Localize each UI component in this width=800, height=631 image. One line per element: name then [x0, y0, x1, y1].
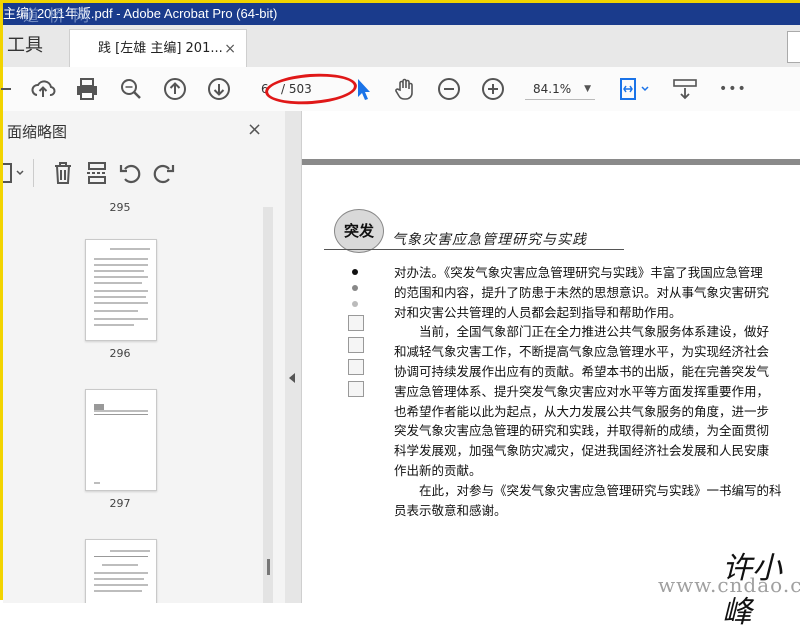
text-line: 科学发展观，加强气象防灾减灾，促进我国经济社会发展和人民安康 [394, 443, 770, 459]
upload-icon[interactable] [29, 75, 57, 103]
divider [33, 159, 34, 187]
text-line: 也希望作者能以此为起点，从大力发展公共气象服务的角度，进一步 [394, 403, 770, 419]
window-titlebar: 主编) 2011年版.pdf - Adobe Acrobat Pro (64-b… [3, 3, 800, 25]
toolbar: 6 / 503 84.1% ▼ ••• [0, 67, 800, 112]
text-line: 的范围和内容，提升了防患于未然的思想意识。对从事气象灾害研究 [394, 284, 770, 300]
page-thumbnail[interactable] [85, 539, 157, 603]
print-icon[interactable] [73, 75, 101, 103]
thumb-line [94, 482, 100, 484]
fit-page-icon[interactable] [615, 75, 653, 103]
header-underline [324, 249, 624, 250]
thumb-line [110, 248, 150, 250]
weather-icon [348, 381, 364, 397]
thumb-line [94, 590, 142, 592]
thumb-line [94, 282, 142, 284]
page-down-icon[interactable] [205, 75, 233, 103]
text-line: 作出新的贡献。 [394, 462, 482, 478]
weather-icon [348, 359, 364, 375]
split-page-icon[interactable] [83, 159, 111, 187]
thumb-line [94, 258, 148, 260]
thumb-line [94, 290, 148, 292]
page-up-icon[interactable] [161, 75, 189, 103]
thumb-line [110, 550, 150, 552]
tab-document-label: 践 [左雄 主编] 201... [98, 41, 223, 56]
thumb-line [94, 318, 148, 320]
tab-bar: 工具 践 [左雄 主编] 201... × [3, 25, 800, 68]
thumb-line [94, 296, 146, 298]
bullet-dot [352, 269, 358, 275]
text-line: 对办法。《突发气象灾害应急管理研究与实践》丰富了我国应急管理 [394, 265, 763, 280]
page-thumbnail[interactable] [85, 389, 157, 491]
thumb-line [94, 264, 148, 266]
tab-close-icon[interactable]: × [224, 30, 236, 68]
page-top-rule [302, 159, 800, 165]
rotate-right-icon[interactable] [149, 159, 177, 187]
text-line: 员表示敬意和感谢。 [394, 502, 507, 518]
text-line: 当前，全国气象部门正在全力推进公共气象服务体系建设，做好 [394, 324, 770, 340]
options-dropdown-icon[interactable] [0, 161, 27, 185]
tab-document[interactable]: 践 [左雄 主编] 201... × [69, 29, 247, 67]
weather-icon [348, 337, 364, 353]
thumbnail-list: 295 296 297 [3, 197, 265, 603]
bullet-dot [352, 285, 358, 291]
thumbnail-label: 295 [109, 201, 131, 214]
thumb-line [94, 414, 148, 415]
window-scroll-control[interactable] [787, 31, 800, 63]
chevron-down-icon: ▼ [584, 84, 591, 94]
zoom-in-icon[interactable] [479, 75, 507, 103]
panel-splitter[interactable] [285, 111, 302, 603]
zoom-level-select[interactable]: 84.1% ▼ [525, 79, 595, 100]
panel-toolbar [0, 155, 285, 191]
text-line: 害应急管理体系、提升突发气象灾害应对水平等方面发挥重要作用， [394, 383, 770, 399]
thumb-line [94, 276, 148, 278]
thumb-line [94, 556, 148, 557]
thumbnail-label: 296 [109, 347, 131, 360]
rotate-left-icon[interactable] [117, 159, 145, 187]
thumbnail-scroll-thumb[interactable] [267, 559, 270, 575]
scroll-mode-icon[interactable] [671, 75, 699, 103]
page-thumbnail[interactable] [85, 239, 157, 341]
thumb-line [94, 410, 148, 412]
thumb-line [94, 302, 148, 304]
hand-icon[interactable] [391, 75, 419, 103]
select-pointer-icon[interactable] [349, 75, 377, 103]
more-icon[interactable]: ••• [719, 75, 747, 103]
panel-close-icon[interactable]: × [247, 119, 262, 140]
thumbnail-label: 297 [109, 497, 131, 510]
text-line: 协调可持续发展作出应有的贡献。希望本书的出版，能在完善突发气 [394, 363, 770, 379]
text-line: 和减轻气象灾害工作，不断提高气象应急管理水平，为实现经济社会 [394, 344, 770, 360]
bullet-dot [352, 301, 358, 307]
chapter-badge: 突发 [334, 209, 384, 253]
panel-title: 面缩略图 [7, 123, 68, 141]
body-text: 对办法。《突发气象灾害应急管理研究与实践》丰富了我国应急管理 的范围和内容，提升… [394, 263, 800, 520]
thumb-line [94, 584, 148, 586]
delete-icon[interactable] [49, 159, 77, 187]
zoom-out-icon[interactable] [435, 75, 463, 103]
weather-icon [348, 315, 364, 331]
document-view[interactable]: 突发 气象灾害应急管理研究与实践 对办法。《突发气象灾害应急管理研究与实践》丰富… [302, 111, 800, 630]
thumb-line [102, 564, 138, 566]
watermark-top: 道 桥 网 [23, 6, 92, 25]
collapse-arrow-icon[interactable] [289, 373, 295, 383]
annotation-oval [264, 70, 358, 108]
text-line: 在此，对参与《突发气象灾害应急管理研究与实践》一书编写的科 [394, 482, 782, 498]
text-line: 突发气象灾害应急管理的研究和实践，并取得新的成绩，为全面贯彻 [394, 423, 770, 439]
running-header-title: 气象灾害应急管理研究与实践 [392, 232, 587, 248]
watermark-bottom: www.cndao.com [658, 573, 800, 597]
tab-tools[interactable]: 工具 [3, 25, 69, 67]
text-line: 对和灾害公共管理的人员都会起到指导和帮助作用。 [394, 304, 682, 320]
thumb-line [94, 310, 138, 312]
thumb-line [94, 572, 148, 574]
thumb-line [94, 578, 144, 580]
toolbar-cutoff-icon[interactable] [0, 75, 25, 103]
thumb-line [94, 324, 134, 326]
thumb-line [94, 270, 144, 272]
thumbnail-scrollbar[interactable] [263, 207, 273, 603]
page-thumbnails-panel: 面缩略图 × 295 296 297 [0, 111, 286, 603]
zoom-search-icon[interactable] [117, 75, 145, 103]
zoom-value: 84.1% [533, 82, 572, 96]
